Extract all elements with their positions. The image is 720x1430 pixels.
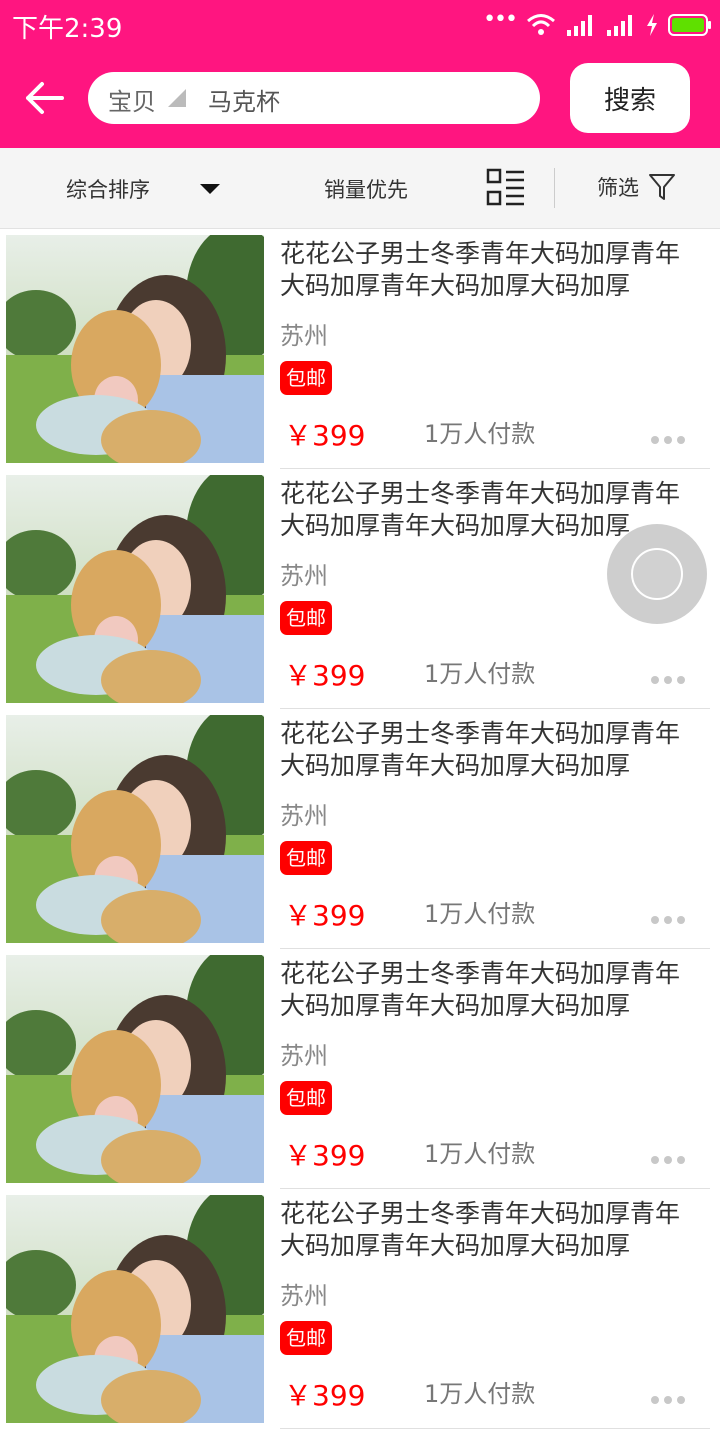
filter-funnel-icon[interactable] xyxy=(648,172,676,202)
list-view-toggle-icon[interactable] xyxy=(486,168,526,208)
product-info[interactable]: 花花公子男士冬季青年大码加厚青年大码加厚青年大码加厚大码加厚 苏州 包邮 ￥39… xyxy=(280,230,710,469)
battery-icon xyxy=(668,14,711,36)
status-time: 下午2:39 xyxy=(12,14,123,44)
search-type-selector[interactable]: 宝贝 xyxy=(108,82,156,117)
app-header: 下午2:39 ••• 宝贝 马克杯 搜索 xyxy=(0,0,720,148)
more-options-icon[interactable] xyxy=(650,1155,686,1165)
free-shipping-badge: 包邮 xyxy=(280,601,332,635)
product-item[interactable]: 花花公子男士冬季青年大码加厚青年大码加厚青年大码加厚大码加厚 苏州 包邮 ￥39… xyxy=(0,950,720,1190)
signal-icon-2 xyxy=(607,15,632,36)
product-sales-count: 1万人付款 xyxy=(424,420,536,448)
product-location: 苏州 xyxy=(280,1042,328,1070)
search-input[interactable]: 宝贝 马克杯 xyxy=(88,72,540,124)
more-options-icon[interactable] xyxy=(650,435,686,445)
product-title[interactable]: 花花公子男士冬季青年大码加厚青年大码加厚青年大码加厚大码加厚 xyxy=(280,718,702,782)
product-title[interactable]: 花花公子男士冬季青年大码加厚青年大码加厚青年大码加厚大码加厚 xyxy=(280,1198,702,1262)
back-arrow-icon[interactable] xyxy=(22,76,66,120)
product-item[interactable]: 花花公子男士冬季青年大码加厚青年大码加厚青年大码加厚大码加厚 苏州 包邮 ￥39… xyxy=(0,710,720,950)
free-shipping-badge: 包邮 xyxy=(280,1321,332,1355)
product-image[interactable] xyxy=(6,715,264,943)
product-info[interactable]: 花花公子男士冬季青年大码加厚青年大码加厚青年大码加厚大码加厚 苏州 包邮 ￥39… xyxy=(280,1190,710,1429)
free-shipping-badge: 包邮 xyxy=(280,361,332,395)
product-price: ￥399 xyxy=(284,419,366,452)
product-info[interactable]: 花花公子男士冬季青年大码加厚青年大码加厚青年大码加厚大码加厚 苏州 包邮 ￥39… xyxy=(280,710,710,949)
filter-button[interactable]: 筛选 xyxy=(597,172,639,202)
product-sales-count: 1万人付款 xyxy=(424,900,536,928)
product-image[interactable] xyxy=(6,955,264,1183)
product-sales-count: 1万人付款 xyxy=(424,1380,536,1408)
product-item[interactable]: 花花公子男士冬季青年大码加厚青年大码加厚青年大码加厚大码加厚 苏州 包邮 ￥39… xyxy=(0,1190,720,1430)
search-type-dropdown-icon[interactable] xyxy=(168,89,186,107)
status-bar: 下午2:39 ••• xyxy=(0,0,720,50)
product-location: 苏州 xyxy=(280,1282,328,1310)
more-options-icon[interactable] xyxy=(650,915,686,925)
product-title[interactable]: 花花公子男士冬季青年大码加厚青年大码加厚青年大码加厚大码加厚 xyxy=(280,958,702,1022)
product-price: ￥399 xyxy=(284,1379,366,1412)
sort-default-tab[interactable]: 综合排序 xyxy=(66,174,150,204)
wifi-icon xyxy=(527,14,555,35)
product-location: 苏州 xyxy=(280,322,328,350)
status-icons: ••• xyxy=(483,7,711,40)
search-button[interactable]: 搜索 xyxy=(570,63,690,133)
more-options-icon[interactable] xyxy=(650,1395,686,1405)
product-sales-count: 1万人付款 xyxy=(424,1140,536,1168)
product-title[interactable]: 花花公子男士冬季青年大码加厚青年大码加厚青年大码加厚大码加厚 xyxy=(280,238,702,302)
floating-assistive-button[interactable] xyxy=(607,524,707,624)
product-location: 苏州 xyxy=(280,562,328,590)
sort-divider xyxy=(554,168,555,208)
signal-icon xyxy=(567,15,592,36)
product-price: ￥399 xyxy=(284,899,366,932)
charging-icon xyxy=(647,14,657,36)
product-location: 苏州 xyxy=(280,802,328,830)
search-query[interactable]: 马克杯 xyxy=(208,82,280,117)
product-image[interactable] xyxy=(6,235,264,463)
free-shipping-badge: 包邮 xyxy=(280,1081,332,1115)
sort-bar: 综合排序 销量优先 筛选 xyxy=(0,148,720,229)
product-image[interactable] xyxy=(6,1195,264,1423)
product-price: ￥399 xyxy=(284,1139,366,1172)
sort-dropdown-icon[interactable] xyxy=(200,184,220,194)
product-image[interactable] xyxy=(6,475,264,703)
sort-sales-tab[interactable]: 销量优先 xyxy=(324,174,408,204)
product-item[interactable]: 花花公子男士冬季青年大码加厚青年大码加厚青年大码加厚大码加厚 苏州 包邮 ￥39… xyxy=(0,230,720,470)
product-price: ￥399 xyxy=(284,659,366,692)
free-shipping-badge: 包邮 xyxy=(280,841,332,875)
product-sales-count: 1万人付款 xyxy=(424,660,536,688)
notification-dots-icon: ••• xyxy=(483,7,518,32)
product-info[interactable]: 花花公子男士冬季青年大码加厚青年大码加厚青年大码加厚大码加厚 苏州 包邮 ￥39… xyxy=(280,950,710,1189)
more-options-icon[interactable] xyxy=(650,675,686,685)
